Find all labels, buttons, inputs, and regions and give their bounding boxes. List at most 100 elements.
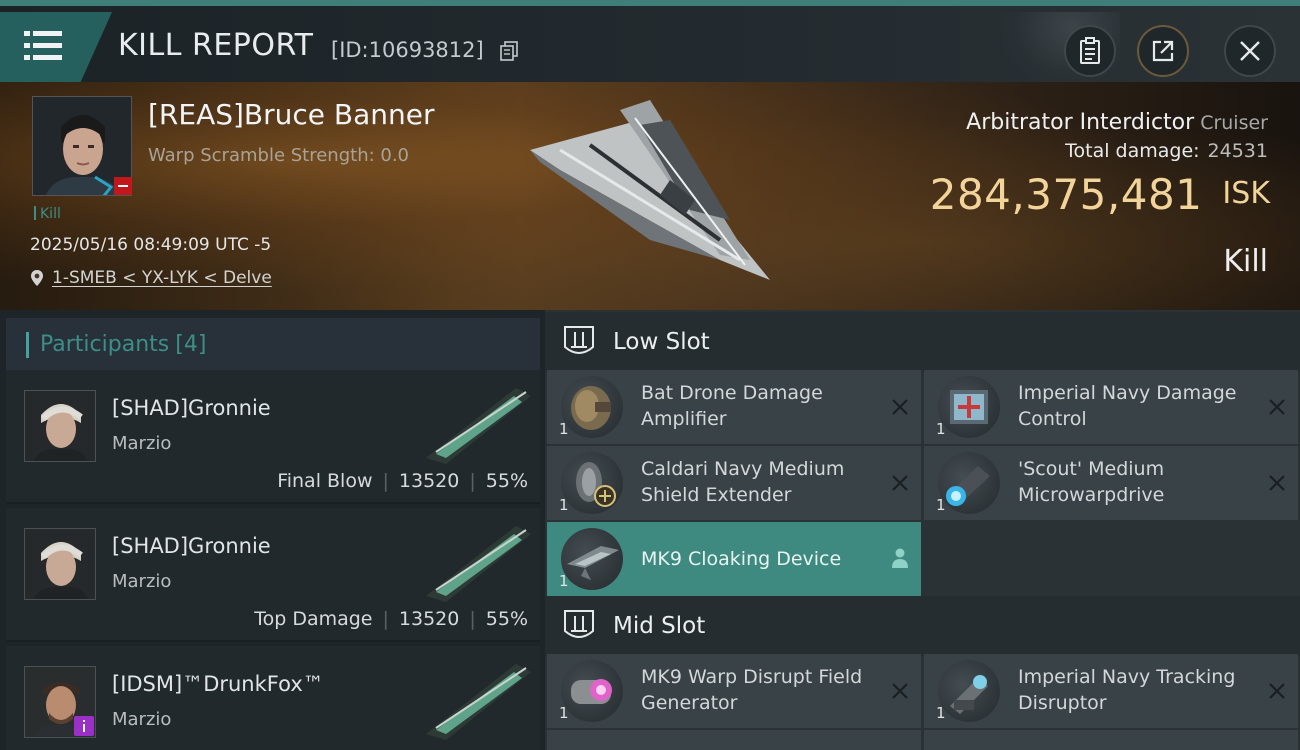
ship-class: Cruiser <box>1200 112 1268 134</box>
participant-name: [IDSM]™DrunkFox™ <box>112 672 324 696</box>
close-button[interactable] <box>1224 25 1276 77</box>
module-name: Imperial Navy Tracking Disruptor <box>1018 666 1236 714</box>
participant-role: Final Blow <box>277 470 373 492</box>
result-label: Kill <box>1223 244 1268 279</box>
share-button[interactable] <box>1137 25 1189 77</box>
participant-ship-render <box>426 664 531 740</box>
module-imperial-navy-tracking-disruptor[interactable]: 1 Imperial Navy Tracking Disruptor <box>924 654 1298 728</box>
participants-title: Participants <box>40 332 170 357</box>
participant-row[interactable]: [SHAD]Gronnie Marzio Top Damage | 13520 | 55… <box>6 508 540 642</box>
module-quantity: 1 <box>559 572 569 590</box>
kill-tag: Kill <box>34 206 61 222</box>
ship-render <box>530 100 770 280</box>
module-name: Imperial Navy Damage Control <box>1018 382 1237 430</box>
x-icon[interactable] <box>1268 474 1286 492</box>
victim-name[interactable]: [REAS]Bruce Banner <box>148 98 435 131</box>
x-icon[interactable] <box>891 682 909 700</box>
participant-percent: 55% <box>485 470 528 492</box>
participant-avatar <box>24 528 96 600</box>
page-title: KILL REPORT <box>118 28 314 63</box>
mid-slot-header: Mid Slot <box>545 596 1300 656</box>
module-caldari-navy-medium-shield-extender[interactable]: 1 Caldari Navy Medium Shield Extender <box>547 446 921 520</box>
x-icon[interactable] <box>1268 398 1286 416</box>
low-slot-header: Low Slot <box>545 312 1300 372</box>
participant-row[interactable]: [IDSM]™DrunkFox™ Marzio <box>6 646 540 750</box>
x-icon[interactable] <box>891 398 909 416</box>
module-name: Bat Drone Damage Amplifier <box>641 382 823 430</box>
ship-name: Arbitrator Interdictor Cruiser <box>966 110 1268 135</box>
location-pin-icon <box>31 270 43 286</box>
share-icon <box>1152 40 1174 62</box>
location-link[interactable]: 1-SMEB < YX-LYK < Delve <box>30 268 272 288</box>
module-icon <box>938 660 1000 722</box>
slot-icon <box>564 326 594 354</box>
x-icon[interactable] <box>1268 682 1286 700</box>
kill-timestamp: 2025/05/16 08:49:09 UTC -5 <box>30 235 272 255</box>
isk-value: 284,375,481 ISK <box>930 170 1270 219</box>
participant-name: [SHAD]Gronnie <box>112 534 271 558</box>
total-damage-label: Total damage: <box>1065 140 1200 162</box>
participant-damage: 13520 <box>398 608 460 630</box>
participant-ship: Marzio <box>112 709 172 730</box>
isk-amount: 284,375,481 <box>929 170 1203 219</box>
clipboard-icon <box>1080 37 1100 64</box>
participant-avatar <box>24 390 96 462</box>
report-id: [ID:10693812] <box>331 38 484 62</box>
location-text: 1-SMEB < YX-LYK < Delve <box>52 268 272 288</box>
module-row-partial[interactable] <box>547 730 921 750</box>
fittings-panel: Low Slot 1 Bat Drone Damage Amplifier 1 … <box>545 310 1300 750</box>
participants-count: [4] <box>175 332 207 357</box>
module-icon <box>561 376 623 438</box>
remove-badge <box>114 177 132 195</box>
module-icon <box>938 452 1000 514</box>
module-quantity: 1 <box>936 704 946 722</box>
participant-row[interactable]: [SHAD]Gronnie Marzio Final Blow | 13520 | 55… <box>6 370 540 504</box>
copy-icon[interactable] <box>500 41 518 61</box>
participant-stats: Final Blow | 13520 | 55% <box>277 470 528 492</box>
participant-role: Top Damage <box>254 608 373 630</box>
participant-badge <box>74 716 94 736</box>
clipboard-button[interactable] <box>1064 25 1116 77</box>
module-icon <box>561 452 623 514</box>
module-icon <box>938 376 1000 438</box>
module-imperial-navy-damage-control[interactable]: 1 Imperial Navy Damage Control <box>924 370 1298 444</box>
isk-unit: ISK <box>1222 176 1270 211</box>
menu-icon <box>24 31 62 61</box>
victim-banner: [REAS]Bruce Banner Warp Scramble Strengt… <box>0 82 1300 310</box>
participant-ship: Marzio <box>112 571 172 592</box>
x-icon[interactable] <box>891 474 909 492</box>
ship-name-text: Arbitrator Interdictor <box>966 110 1195 135</box>
module-name: MK9 Cloaking Device <box>641 548 842 570</box>
module-quantity: 1 <box>559 496 569 514</box>
participant-percent: 55% <box>485 608 528 630</box>
module-row-partial[interactable] <box>924 730 1298 750</box>
module-mk9-warp-disrupt-field-generator[interactable]: 1 MK9 Warp Disrupt Field Generator <box>547 654 921 728</box>
module-name: MK9 Warp Disrupt Field Generator <box>641 666 863 714</box>
top-bar: KILL REPORT [ID:10693812] <box>0 0 1300 88</box>
low-slot-title: Low Slot <box>613 329 710 355</box>
menu-button[interactable] <box>0 12 112 82</box>
slot-icon <box>564 610 594 638</box>
participants-header[interactable]: Participants [4] <box>6 318 540 372</box>
participants-panel: Participants [4] [SHAD]Gronnie Marzio Fin… <box>0 310 545 750</box>
participant-name: [SHAD]Gronnie <box>112 396 271 420</box>
participant-ship: Marzio <box>112 433 172 454</box>
participant-damage: 13520 <box>398 470 460 492</box>
participant-ship-render <box>426 526 531 602</box>
mid-slot-title: Mid Slot <box>613 613 706 639</box>
module-quantity: 1 <box>936 496 946 514</box>
module-scout-medium-microwarpdrive[interactable]: 1 'Scout' Medium Microwarpdrive <box>924 446 1298 520</box>
module-bat-drone-damage-amplifier[interactable]: 1 Bat Drone Damage Amplifier <box>547 370 921 444</box>
module-mk9-cloaking-device[interactable]: 1 MK9 Cloaking Device <box>547 522 921 596</box>
participant-ship-render <box>426 388 531 464</box>
participant-stats: Top Damage | 13520 | 55% <box>254 608 528 630</box>
module-name: Caldari Navy Medium Shield Extender <box>641 458 845 506</box>
warp-scramble-strength: Warp Scramble Strength: 0.0 <box>148 145 410 166</box>
person-icon[interactable] <box>891 547 909 569</box>
module-quantity: 1 <box>559 704 569 722</box>
total-damage: Total damage: 24531 <box>1065 140 1268 162</box>
module-quantity: 1 <box>936 420 946 438</box>
module-quantity: 1 <box>559 420 569 438</box>
total-damage-value: 24531 <box>1207 140 1268 162</box>
module-name: 'Scout' Medium Microwarpdrive <box>1018 458 1165 506</box>
